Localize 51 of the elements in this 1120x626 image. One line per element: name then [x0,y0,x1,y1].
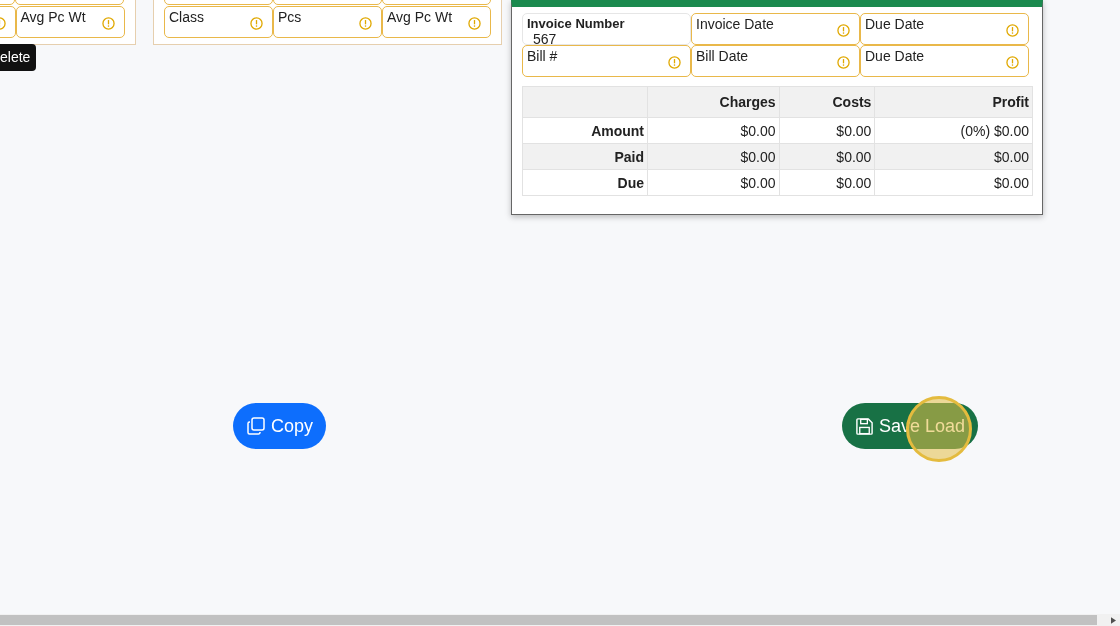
scroll-right-icon[interactable] [1111,617,1116,624]
table-cell: $0.00 [779,143,875,170]
warning-icon [668,56,681,69]
tooltip: elete [0,44,37,71]
warning-icon [1006,24,1019,37]
table-cell: Paid [522,143,648,170]
copy-icon [246,416,266,436]
field-label: Avg Pc Wt [20,9,86,25]
field-value: 567 [532,32,557,47]
field-label: Avg Pc Wt [387,9,453,25]
table-cell: $0.00 [647,169,780,196]
input-field[interactable]: Due Date [860,45,1029,77]
warning-icon [1006,56,1019,69]
field-label: Invoice Date [696,16,774,32]
warning-icon [359,17,372,30]
table-cell: (0%) $0.00 [874,117,1033,144]
table-cell: $0.00 [647,143,780,170]
field-label: Class [169,9,204,25]
column-header: Profit [874,86,1033,118]
input-field[interactable]: Due Date [860,13,1029,45]
column-header: Costs [779,86,875,118]
copy-button[interactable]: Copy [233,403,327,449]
table-cell: $0.00 [779,117,875,144]
table-cell: $0.00 [779,169,875,196]
field-label: Due Date [865,48,925,64]
field-label: Bill # [527,48,558,64]
input-field[interactable]: Bill # [522,45,691,77]
warning-icon [102,17,115,30]
input-field[interactable]: Invoice Number 567 [522,13,691,45]
input-field[interactable]: Avg Pc Wt [382,6,491,38]
warning-icon [468,17,481,30]
warning-icon [250,17,263,30]
table-cell: $0.00 [874,143,1033,170]
warning-icon [837,24,850,37]
field-label: Invoice Number [527,16,625,32]
field-label: Bill Date [696,48,749,64]
input-field[interactable]: Pcs [273,6,382,38]
scrollbar[interactable] [0,614,1120,626]
warning-icon [837,56,850,69]
input-field[interactable]: Bill Date [691,45,860,77]
field-label: Due Date [865,16,925,32]
input-field[interactable]: Class [164,6,273,38]
input-field[interactable]: Invoice Date [691,13,860,45]
column-header: Charges [647,86,780,118]
field-label: Pcs [278,9,302,25]
table-cell: $0.00 [647,117,780,144]
input-field[interactable]: Avg Pc Wt [15,6,125,38]
table-cell: Amount [522,117,648,144]
table-cell: $0.00 [874,169,1033,196]
table-cell: Due [522,169,648,196]
save-icon [855,416,875,436]
